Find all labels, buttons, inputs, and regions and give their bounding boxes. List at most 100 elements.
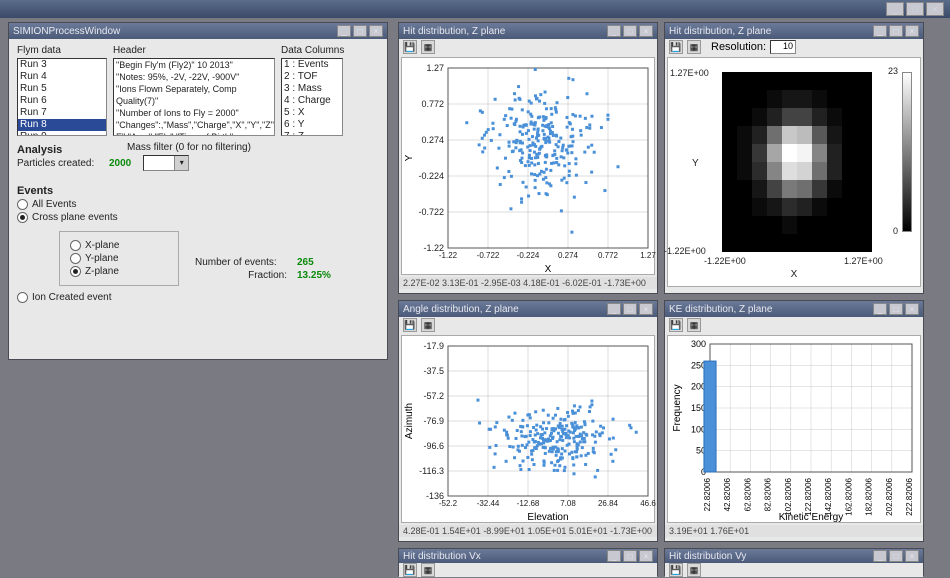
svg-text:-116.3: -116.3	[419, 466, 444, 476]
run-item[interactable]: Run 6	[18, 95, 106, 107]
minimize-button[interactable]: _	[873, 550, 887, 562]
svg-text:Frequency: Frequency	[672, 384, 683, 431]
mass-filter-label: Mass filter (0 for no filtering)	[127, 142, 379, 153]
hit-z-scatter-window: Hit distribution, Z plane _□× 💾▦ 1.270.7…	[398, 22, 658, 294]
maximize-button[interactable]: □	[889, 303, 903, 315]
maximize-button[interactable]: □	[623, 303, 637, 315]
save-icon[interactable]: 💾	[403, 563, 417, 577]
minimize-button[interactable]: _	[873, 25, 887, 37]
svg-text:-52.2: -52.2	[439, 499, 458, 508]
run-item[interactable]: Run 8	[18, 119, 106, 131]
svg-text:0.772: 0.772	[421, 99, 444, 109]
close-button[interactable]: ×	[905, 303, 919, 315]
header-list[interactable]: "Begin Fly'm (Fly2)" 10 2013""Notes: 95%…	[113, 58, 275, 136]
save-icon[interactable]: 💾	[403, 40, 417, 54]
svg-text:202.82006: 202.82006	[885, 477, 894, 515]
minimize-button[interactable]: _	[607, 303, 621, 315]
column-item[interactable]: 3 : Mass	[282, 83, 342, 95]
ke-bar-plot: 30025020015010050022.8200642.8200662.820…	[668, 336, 924, 522]
tool-icon[interactable]: ▦	[421, 318, 435, 332]
save-icon[interactable]: 💾	[403, 318, 417, 332]
close-button[interactable]: ×	[639, 550, 653, 562]
tool-icon[interactable]: ▦	[687, 563, 701, 577]
column-item[interactable]: 1 : Events	[282, 59, 342, 71]
svg-text:1.27: 1.27	[426, 63, 444, 73]
hit-vx-window: Hit distribution Vx _□× 💾 ▦	[398, 548, 658, 576]
all-events-radio[interactable]: All Events	[17, 199, 379, 210]
window-title: Hit distribution Vx	[403, 551, 481, 562]
particles-created-value: 2000	[109, 158, 131, 169]
maximize-button[interactable]: □	[623, 550, 637, 562]
svg-text:-1.22: -1.22	[439, 251, 458, 260]
run-item[interactable]: Run 5	[18, 83, 106, 95]
svg-text:-76.9: -76.9	[423, 416, 444, 426]
minimize-button[interactable]: _	[607, 550, 621, 562]
run-item[interactable]: Run 7	[18, 107, 106, 119]
maximize-button[interactable]: □	[906, 2, 924, 16]
column-item[interactable]: 6 : Y	[282, 119, 342, 131]
column-item[interactable]: 7 : Z	[282, 131, 342, 136]
column-item[interactable]: 5 : X	[282, 107, 342, 119]
svg-text:1.27: 1.27	[640, 251, 656, 260]
svg-text:182.82006: 182.82006	[865, 477, 874, 515]
heatmap-plot	[722, 72, 872, 252]
svg-text:0.772: 0.772	[598, 251, 619, 260]
close-button[interactable]: ×	[369, 25, 383, 37]
x-plane-radio[interactable]: X-plane	[70, 240, 168, 251]
app-titlebar: _ □ ×	[0, 0, 950, 18]
svg-text:26.84: 26.84	[598, 499, 619, 508]
z-plane-radio[interactable]: Z-plane	[70, 266, 168, 277]
svg-text:-37.5: -37.5	[423, 366, 444, 376]
minimize-button[interactable]: _	[873, 303, 887, 315]
maximize-button[interactable]: □	[353, 25, 367, 37]
minimize-button[interactable]: _	[607, 25, 621, 37]
save-icon[interactable]: 💾	[669, 318, 683, 332]
tool-icon[interactable]: ▦	[687, 40, 701, 54]
column-item[interactable]: 2 : TOF	[282, 71, 342, 83]
close-button[interactable]: ×	[905, 25, 919, 37]
angle-z-window: Angle distribution, Z plane _□× 💾▦ -17.9…	[398, 300, 658, 542]
run-item[interactable]: Run 9	[18, 131, 106, 136]
x-axis-label: X	[791, 269, 798, 280]
run-item[interactable]: Run 4	[18, 71, 106, 83]
svg-text:Azimuth: Azimuth	[404, 403, 415, 439]
status-bar: 3.19E+01 1.76E+01	[665, 525, 923, 537]
column-item[interactable]: 4 : Charge	[282, 95, 342, 107]
tool-icon[interactable]: ▦	[421, 40, 435, 54]
fraction-value: 13.25%	[297, 270, 331, 281]
chevron-down-icon: ▾	[174, 156, 188, 170]
svg-text:-96.6: -96.6	[423, 441, 444, 451]
save-icon[interactable]: 💾	[669, 563, 683, 577]
save-icon[interactable]: 💾	[669, 40, 683, 54]
close-button[interactable]: ×	[639, 25, 653, 37]
maximize-button[interactable]: □	[889, 550, 903, 562]
flym-data-list[interactable]: Run 3Run 4Run 5Run 6Run 7Run 8Run 9	[17, 58, 107, 136]
svg-text:300: 300	[691, 339, 706, 349]
close-button[interactable]: ×	[926, 2, 944, 16]
maximize-button[interactable]: □	[889, 25, 903, 37]
close-button[interactable]: ×	[905, 550, 919, 562]
tool-icon[interactable]: ▦	[421, 563, 435, 577]
ion-created-radio[interactable]: Ion Created event	[17, 292, 379, 303]
minimize-button[interactable]: _	[886, 2, 904, 16]
colorbar-max: 23	[888, 66, 898, 76]
y-axis-label: Y	[692, 158, 699, 169]
colorbar-min: 0	[893, 226, 898, 236]
num-events-label: Number of events:	[195, 257, 291, 268]
svg-text:Kinetic Energy: Kinetic Energy	[779, 512, 843, 522]
y-plane-radio[interactable]: Y-plane	[70, 253, 168, 264]
minimize-button[interactable]: _	[337, 25, 351, 37]
svg-text:142.82006: 142.82006	[824, 477, 833, 515]
mass-filter-combo[interactable]: ▾	[143, 155, 189, 171]
data-columns-list[interactable]: 1 : Events2 : TOF3 : Mass4 : Charge5 : X…	[281, 58, 343, 136]
svg-text:-0.224: -0.224	[517, 251, 540, 260]
maximize-button[interactable]: □	[623, 25, 637, 37]
svg-text:102.82006: 102.82006	[784, 477, 793, 515]
run-item[interactable]: Run 3	[18, 59, 106, 71]
resolution-input[interactable]: 10	[770, 40, 796, 54]
cross-plane-events-radio[interactable]: Cross plane events	[17, 212, 379, 223]
close-button[interactable]: ×	[639, 303, 653, 315]
svg-text:162.82006: 162.82006	[844, 477, 853, 515]
tool-icon[interactable]: ▦	[687, 318, 701, 332]
svg-text:222.82006: 222.82006	[905, 477, 914, 515]
